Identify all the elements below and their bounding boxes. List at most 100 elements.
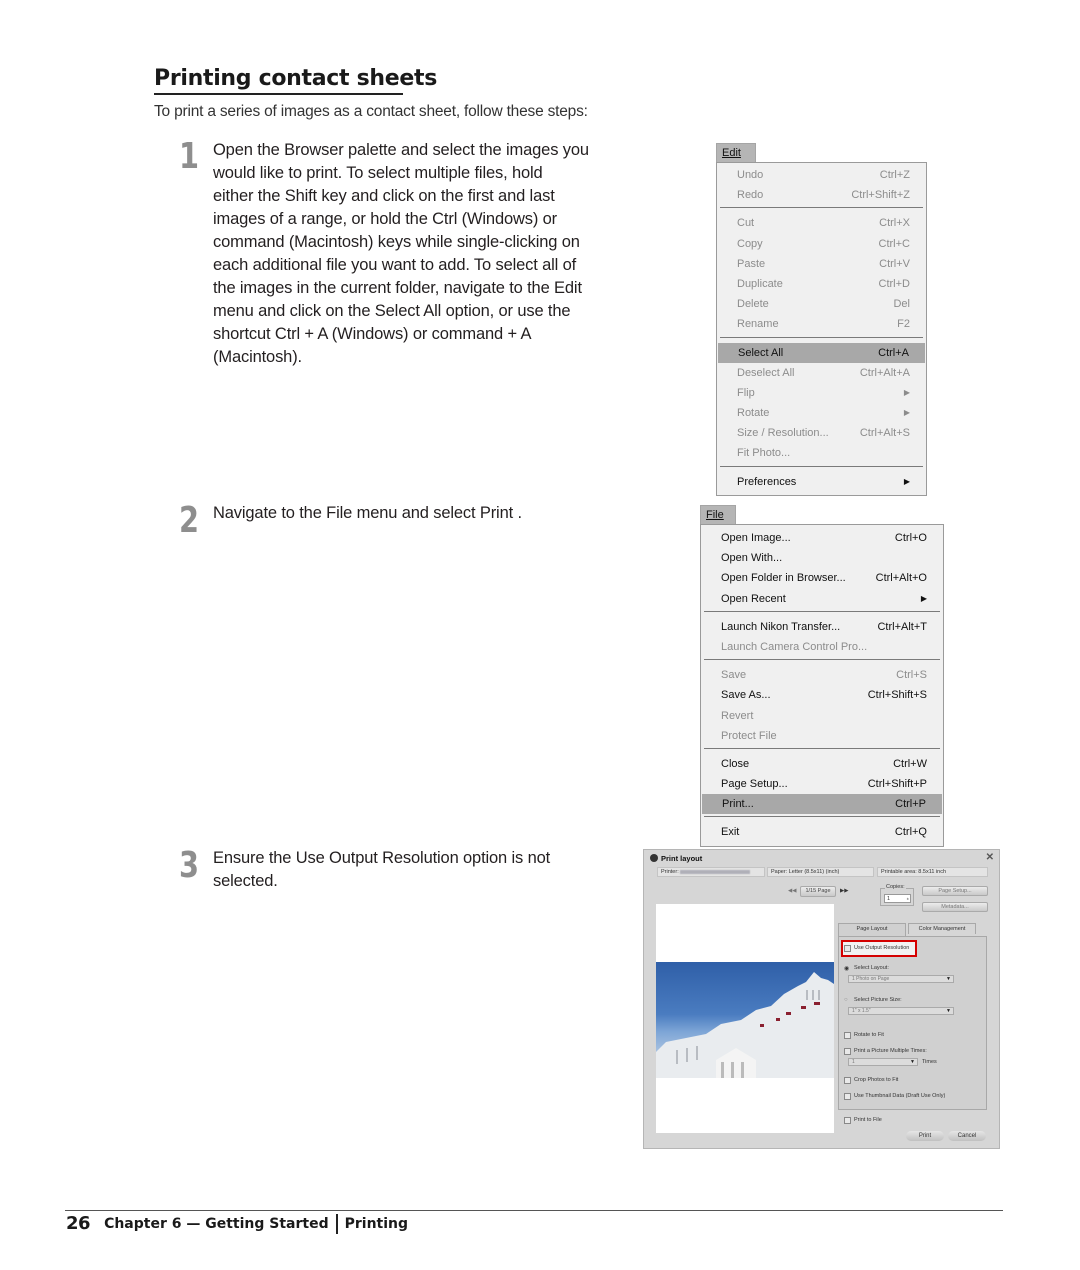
use-output-resolution-label: Use Output Resolution <box>854 945 910 951</box>
edit-menu-item-select-all[interactable]: Select All Ctrl+A <box>718 342 925 363</box>
file-menu-item-protect-file[interactable]: Protect File <box>701 726 943 746</box>
dropdown-arrow-icon: ▼ <box>946 1008 951 1014</box>
footer-separator <box>335 1213 338 1234</box>
file-menu-item-launch-camera-control-pro[interactable]: Launch Camera Control Pro... <box>701 637 943 657</box>
file-menu-item-open-recent[interactable]: Open Recent ▶ <box>701 589 943 609</box>
tab-page-layout[interactable]: Page Layout <box>838 923 906 936</box>
print-button[interactable]: Print <box>906 1131 944 1141</box>
building-photo-image <box>656 972 834 1078</box>
print-multiple-checkbox[interactable] <box>844 1048 851 1055</box>
tab-color-management[interactable]: Color Management <box>908 923 976 934</box>
metadata-button[interactable]: Metadata... <box>922 902 988 912</box>
menu-item-shortcut: Ctrl+A <box>878 346 909 359</box>
edit-menu-item-fit-photo[interactable]: Fit Photo... <box>717 443 926 463</box>
menu-item-shortcut: Ctrl+Shift+Z <box>851 189 910 202</box>
edit-menu-item-copy[interactable]: Copy Ctrl+C <box>717 234 926 254</box>
menu-item-label: Select All <box>738 346 784 359</box>
app-logo-icon <box>650 854 658 862</box>
file-menu-item-page-setup[interactable]: Page Setup... Ctrl+Shift+P <box>701 774 943 794</box>
section-title: Printing <box>344 1215 409 1232</box>
menu-item-label: Save As... <box>721 689 771 702</box>
select-layout-dropdown[interactable]: 1 Photo on Page ▼ <box>848 975 954 983</box>
copies-label: Copies: <box>885 884 906 890</box>
edit-menu-item-cut[interactable]: Cut Ctrl+X <box>717 213 926 233</box>
crop-photos-checkbox[interactable] <box>844 1077 851 1084</box>
menu-item-label: Deselect All <box>737 366 795 379</box>
edit-menu-item-paste[interactable]: Paste Ctrl+V <box>717 254 926 274</box>
menu-item-shortcut: Ctrl+C <box>878 237 910 250</box>
menu-item-label: Size / Resolution... <box>737 427 829 440</box>
select-picture-size-value: 1" x 1.5" <box>852 1008 871 1014</box>
step-1-line: images of a range, or hold the Ctrl (Win… <box>213 210 558 228</box>
cancel-button[interactable]: Cancel <box>948 1131 986 1141</box>
select-picture-size-dropdown[interactable]: 1" x 1.5" ▼ <box>848 1007 954 1015</box>
edit-menu-item-flip[interactable]: Flip ▶ <box>717 383 926 403</box>
printable-area-field: Printable area: 8.5x11 inch <box>877 867 988 877</box>
use-output-resolution-checkbox[interactable] <box>844 945 851 952</box>
edit-menu-item-size-resolution[interactable]: Size / Resolution... Ctrl+Alt+S <box>717 423 926 443</box>
paper-field: Paper: Letter (8.5x11) (inch) <box>767 867 874 877</box>
menu-separator <box>704 816 940 820</box>
close-icon[interactable]: ✕ <box>986 852 994 863</box>
select-layout-radio[interactable]: ◉ <box>844 965 849 972</box>
edit-menu-item-duplicate[interactable]: Duplicate Ctrl+D <box>717 274 926 294</box>
file-menu-item-exit[interactable]: Exit Ctrl+Q <box>701 822 943 842</box>
menu-item-label: Close <box>721 757 750 770</box>
file-menu-item-launch-nikon-transfer[interactable]: Launch Nikon Transfer... Ctrl+Alt+T <box>701 617 943 637</box>
edit-menu-item-redo[interactable]: Redo Ctrl+Shift+Z <box>717 185 926 205</box>
intro-text: To print a series of images as a contact… <box>154 103 588 120</box>
edit-menu-item-preferences[interactable]: Preferences ▶ <box>717 472 926 492</box>
menu-item-shortcut: Ctrl+Alt+O <box>875 572 927 585</box>
copies-value: 1 <box>887 896 891 902</box>
rewind-icon[interactable]: ◀◀ <box>788 888 796 894</box>
file-menu-item-save[interactable]: Save Ctrl+S <box>701 665 943 685</box>
edit-menu-item-undo[interactable]: Undo Ctrl+Z <box>717 165 926 185</box>
step-3-line: Ensure the Use Output Resolution option … <box>213 849 551 867</box>
select-picture-size-label: Select Picture Size: <box>854 997 902 1003</box>
step-3-line: selected. <box>213 872 278 890</box>
file-menu-item-close[interactable]: Close Ctrl+W <box>701 754 943 774</box>
step-2-text: Navigate to the File menu and select Pri… <box>213 504 522 522</box>
menu-item-label: Save <box>721 669 747 682</box>
multiple-times-dropdown[interactable]: 1 ▼ <box>848 1058 918 1066</box>
file-menu-title: File <box>706 509 724 521</box>
menu-item-shortcut: Del <box>893 298 910 311</box>
step-1-line: shortcut Ctrl + A (Windows) or command +… <box>213 325 532 343</box>
menu-item-label: Redo <box>737 189 764 202</box>
step-number-2: 2 <box>179 500 199 541</box>
edit-menu-header[interactable]: Edit <box>716 143 756 162</box>
copies-input[interactable]: 1 ± <box>884 894 911 903</box>
use-thumbnail-label: Use Thumbnail Data (Draft Use Only) <box>854 1093 946 1099</box>
file-menu-item-open-folder-in-browser[interactable]: Open Folder in Browser... Ctrl+Alt+O <box>701 568 943 588</box>
menu-item-shortcut: Ctrl+O <box>894 532 927 544</box>
file-menu-header[interactable]: File <box>700 505 736 524</box>
rotate-to-fit-checkbox[interactable] <box>844 1032 851 1039</box>
menu-item-label: Launch Nikon Transfer... <box>721 620 841 633</box>
menu-item-label: Paste <box>737 257 766 270</box>
page-setup-button[interactable]: Page Setup... <box>922 886 988 896</box>
file-menu-item-open-image[interactable]: Open Image... Ctrl+O <box>701 528 943 548</box>
file-menu-item-save-as[interactable]: Save As... Ctrl+Shift+S <box>701 685 943 705</box>
use-thumbnail-checkbox[interactable] <box>844 1093 851 1100</box>
menu-item-shortcut: Ctrl+Q <box>894 826 927 839</box>
file-menu-item-open-with[interactable]: Open With... <box>701 548 943 568</box>
print-to-file-checkbox[interactable] <box>844 1117 851 1124</box>
step-1-text: Open the Browser palette and select the … <box>213 139 589 369</box>
chapter-title: Chapter 6 — Getting Started <box>104 1215 329 1232</box>
select-picture-size-radio[interactable]: ○ <box>844 997 848 1003</box>
edit-menu-item-deselect-all[interactable]: Deselect All Ctrl+Alt+A <box>717 363 926 383</box>
file-menu-item-print[interactable]: Print... Ctrl+P <box>702 794 942 815</box>
select-layout-value: 1 Photo on Page <box>852 976 890 982</box>
edit-menu-item-rename[interactable]: Rename F2 <box>717 314 926 334</box>
edit-menu-item-rotate[interactable]: Rotate ▶ <box>717 403 926 423</box>
edit-menu-item-delete[interactable]: Delete Del <box>717 294 926 314</box>
printer-field[interactable]: Printer: <box>657 867 765 877</box>
printer-name-blurred <box>680 869 751 874</box>
dropdown-arrow-icon: ▼ <box>946 976 951 982</box>
menu-item-label: Rename <box>737 318 779 331</box>
dropdown-arrow-icon: ▼ <box>910 1059 915 1065</box>
file-menu-item-revert[interactable]: Revert <box>701 706 943 726</box>
spinner-icon[interactable]: ± <box>907 895 909 903</box>
page-number: 26 <box>66 1213 91 1234</box>
fast-forward-icon[interactable]: ▶▶ <box>840 888 848 894</box>
